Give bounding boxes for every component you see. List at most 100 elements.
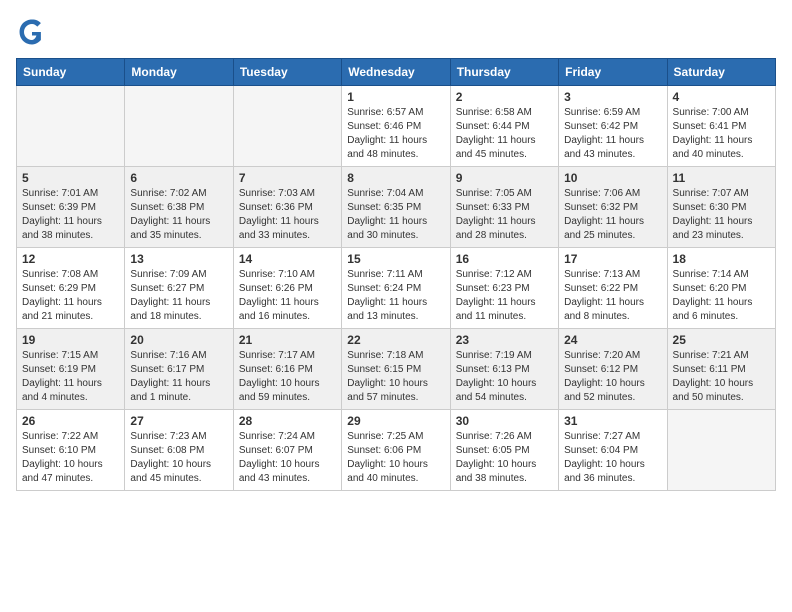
day-number: 29 [347,414,444,428]
day-info: Sunrise: 7:03 AM Sunset: 6:36 PM Dayligh… [239,187,336,243]
day-number: 11 [673,171,770,185]
day-cell-24: 24Sunrise: 7:20 AM Sunset: 6:12 PM Dayli… [559,329,667,410]
day-info: Sunrise: 6:58 AM Sunset: 6:44 PM Dayligh… [456,106,553,162]
week-row-2: 5 Sunrise: 7:01 AM Sunset: 6:39 PM Daylig… [17,167,776,248]
day-cell-9: 9 Sunrise: 7:05 AM Sunset: 6:33 PM Daylig… [450,167,558,248]
day-cell-13: 13Sunrise: 7:09 AM Sunset: 6:27 PM Dayli… [125,248,233,329]
empty-cell [233,86,341,167]
header-tuesday: Tuesday [233,59,341,86]
day-cell-22: 22 Sunrise: 7:18 AM Sunset: 6:15 PM Dayli… [342,329,450,410]
day-cell-8: 8 Sunrise: 7:04 AM Sunset: 6:35 PM Daylig… [342,167,450,248]
day-info: Sunrise: 7:25 AM Sunset: 6:06 PM Dayligh… [347,430,444,486]
day-number: 6 [130,171,227,185]
day-info: Sunrise: 7:21 AM Sunset: 6:11 PM Dayligh… [673,349,770,405]
day-info: Sunrise: 7:06 AM Sunset: 6:32 PM Dayligh… [564,187,661,243]
day-number: 21 [239,333,336,347]
day-info: Sunrise: 6:59 AM Sunset: 6:42 PM Dayligh… [564,106,661,162]
day-number: 8 [347,171,444,185]
day-cell-2: 2 Sunrise: 6:58 AM Sunset: 6:44 PM Daylig… [450,86,558,167]
day-info: Sunrise: 7:05 AM Sunset: 6:33 PM Dayligh… [456,187,553,243]
day-info: Sunrise: 7:04 AM Sunset: 6:35 PM Dayligh… [347,187,444,243]
day-cell-30: 30 Sunrise: 7:26 AM Sunset: 6:05 PM Dayli… [450,410,558,491]
empty-cell [17,86,125,167]
day-info: Sunrise: 7:19 AM Sunset: 6:13 PM Dayligh… [456,349,553,405]
day-info: Sunrise: 7:00 AM Sunset: 6:41 PM Dayligh… [673,106,770,162]
day-info: Sunrise: 7:22 AM Sunset: 6:10 PM Dayligh… [22,430,119,486]
day-number: 23 [456,333,553,347]
day-number: 20 [130,333,227,347]
weekday-header-row: SundayMondayTuesdayWednesdayThursdayFrid… [17,59,776,86]
day-cell-1: 1 Sunrise: 6:57 AM Sunset: 6:46 PM Daylig… [342,86,450,167]
day-cell-4: 4 Sunrise: 7:00 AM Sunset: 6:41 PM Daylig… [667,86,775,167]
day-number: 16 [456,252,553,266]
day-info: Sunrise: 7:17 AM Sunset: 6:16 PM Dayligh… [239,349,336,405]
day-cell-21: 21 Sunrise: 7:17 AM Sunset: 6:16 PM Dayli… [233,329,341,410]
day-info: Sunrise: 7:14 AM Sunset: 6:20 PM Dayligh… [673,268,770,324]
header-sunday: Sunday [17,59,125,86]
day-info: Sunrise: 7:11 AM Sunset: 6:24 PM Dayligh… [347,268,444,324]
day-cell-16: 16 Sunrise: 7:12 AM Sunset: 6:23 PM Dayli… [450,248,558,329]
day-cell-12: 12 Sunrise: 7:08 AM Sunset: 6:29 PM Dayli… [17,248,125,329]
day-info: Sunrise: 6:57 AM Sunset: 6:46 PM Dayligh… [347,106,444,162]
day-cell-31: 31Sunrise: 7:27 AM Sunset: 6:04 PM Dayli… [559,410,667,491]
day-cell-25: 25 Sunrise: 7:21 AM Sunset: 6:11 PM Dayli… [667,329,775,410]
day-cell-27: 27 Sunrise: 7:23 AM Sunset: 6:08 PM Dayli… [125,410,233,491]
day-cell-29: 29 Sunrise: 7:25 AM Sunset: 6:06 PM Dayli… [342,410,450,491]
page-header [16,16,776,48]
empty-cell [125,86,233,167]
day-cell-26: 26Sunrise: 7:22 AM Sunset: 6:10 PM Dayli… [17,410,125,491]
day-cell-20: 20 Sunrise: 7:16 AM Sunset: 6:17 PM Dayli… [125,329,233,410]
day-info: Sunrise: 7:13 AM Sunset: 6:22 PM Dayligh… [564,268,661,324]
day-number: 22 [347,333,444,347]
day-info: Sunrise: 7:20 AM Sunset: 6:12 PM Dayligh… [564,349,661,405]
day-cell-23: 23 Sunrise: 7:19 AM Sunset: 6:13 PM Dayli… [450,329,558,410]
day-cell-10: 10 Sunrise: 7:06 AM Sunset: 6:32 PM Dayli… [559,167,667,248]
header-wednesday: Wednesday [342,59,450,86]
logo [16,16,52,48]
day-number: 9 [456,171,553,185]
day-cell-5: 5 Sunrise: 7:01 AM Sunset: 6:39 PM Daylig… [17,167,125,248]
week-row-1: 1 Sunrise: 6:57 AM Sunset: 6:46 PM Daylig… [17,86,776,167]
day-info: Sunrise: 7:18 AM Sunset: 6:15 PM Dayligh… [347,349,444,405]
day-number: 4 [673,90,770,104]
day-info: Sunrise: 7:26 AM Sunset: 6:05 PM Dayligh… [456,430,553,486]
day-number: 25 [673,333,770,347]
day-info: Sunrise: 7:07 AM Sunset: 6:30 PM Dayligh… [673,187,770,243]
day-info: Sunrise: 7:02 AM Sunset: 6:38 PM Dayligh… [130,187,227,243]
day-number: 14 [239,252,336,266]
logo-icon [16,16,48,48]
day-number: 12 [22,252,119,266]
day-number: 15 [347,252,444,266]
day-cell-14: 14 Sunrise: 7:10 AM Sunset: 6:26 PM Dayli… [233,248,341,329]
day-cell-19: 19Sunrise: 7:15 AM Sunset: 6:19 PM Dayli… [17,329,125,410]
day-info: Sunrise: 7:12 AM Sunset: 6:23 PM Dayligh… [456,268,553,324]
header-saturday: Saturday [667,59,775,86]
header-monday: Monday [125,59,233,86]
day-number: 10 [564,171,661,185]
header-thursday: Thursday [450,59,558,86]
day-info: Sunrise: 7:24 AM Sunset: 6:07 PM Dayligh… [239,430,336,486]
day-number: 5 [22,171,119,185]
day-info: Sunrise: 7:23 AM Sunset: 6:08 PM Dayligh… [130,430,227,486]
day-number: 7 [239,171,336,185]
day-number: 27 [130,414,227,428]
day-info: Sunrise: 7:08 AM Sunset: 6:29 PM Dayligh… [22,268,119,324]
day-info: Sunrise: 7:10 AM Sunset: 6:26 PM Dayligh… [239,268,336,324]
calendar-table: SundayMondayTuesdayWednesdayThursdayFrid… [16,58,776,491]
day-number: 1 [347,90,444,104]
day-cell-11: 11 Sunrise: 7:07 AM Sunset: 6:30 PM Dayli… [667,167,775,248]
day-number: 17 [564,252,661,266]
empty-cell [667,410,775,491]
day-number: 13 [130,252,227,266]
day-info: Sunrise: 7:27 AM Sunset: 6:04 PM Dayligh… [564,430,661,486]
day-cell-17: 17 Sunrise: 7:13 AM Sunset: 6:22 PM Dayli… [559,248,667,329]
day-number: 28 [239,414,336,428]
day-cell-18: 18 Sunrise: 7:14 AM Sunset: 6:20 PM Dayli… [667,248,775,329]
day-info: Sunrise: 7:01 AM Sunset: 6:39 PM Dayligh… [22,187,119,243]
day-number: 2 [456,90,553,104]
day-info: Sunrise: 7:16 AM Sunset: 6:17 PM Dayligh… [130,349,227,405]
day-number: 18 [673,252,770,266]
day-cell-7: 7 Sunrise: 7:03 AM Sunset: 6:36 PM Daylig… [233,167,341,248]
day-number: 30 [456,414,553,428]
day-cell-6: 6 Sunrise: 7:02 AM Sunset: 6:38 PM Daylig… [125,167,233,248]
